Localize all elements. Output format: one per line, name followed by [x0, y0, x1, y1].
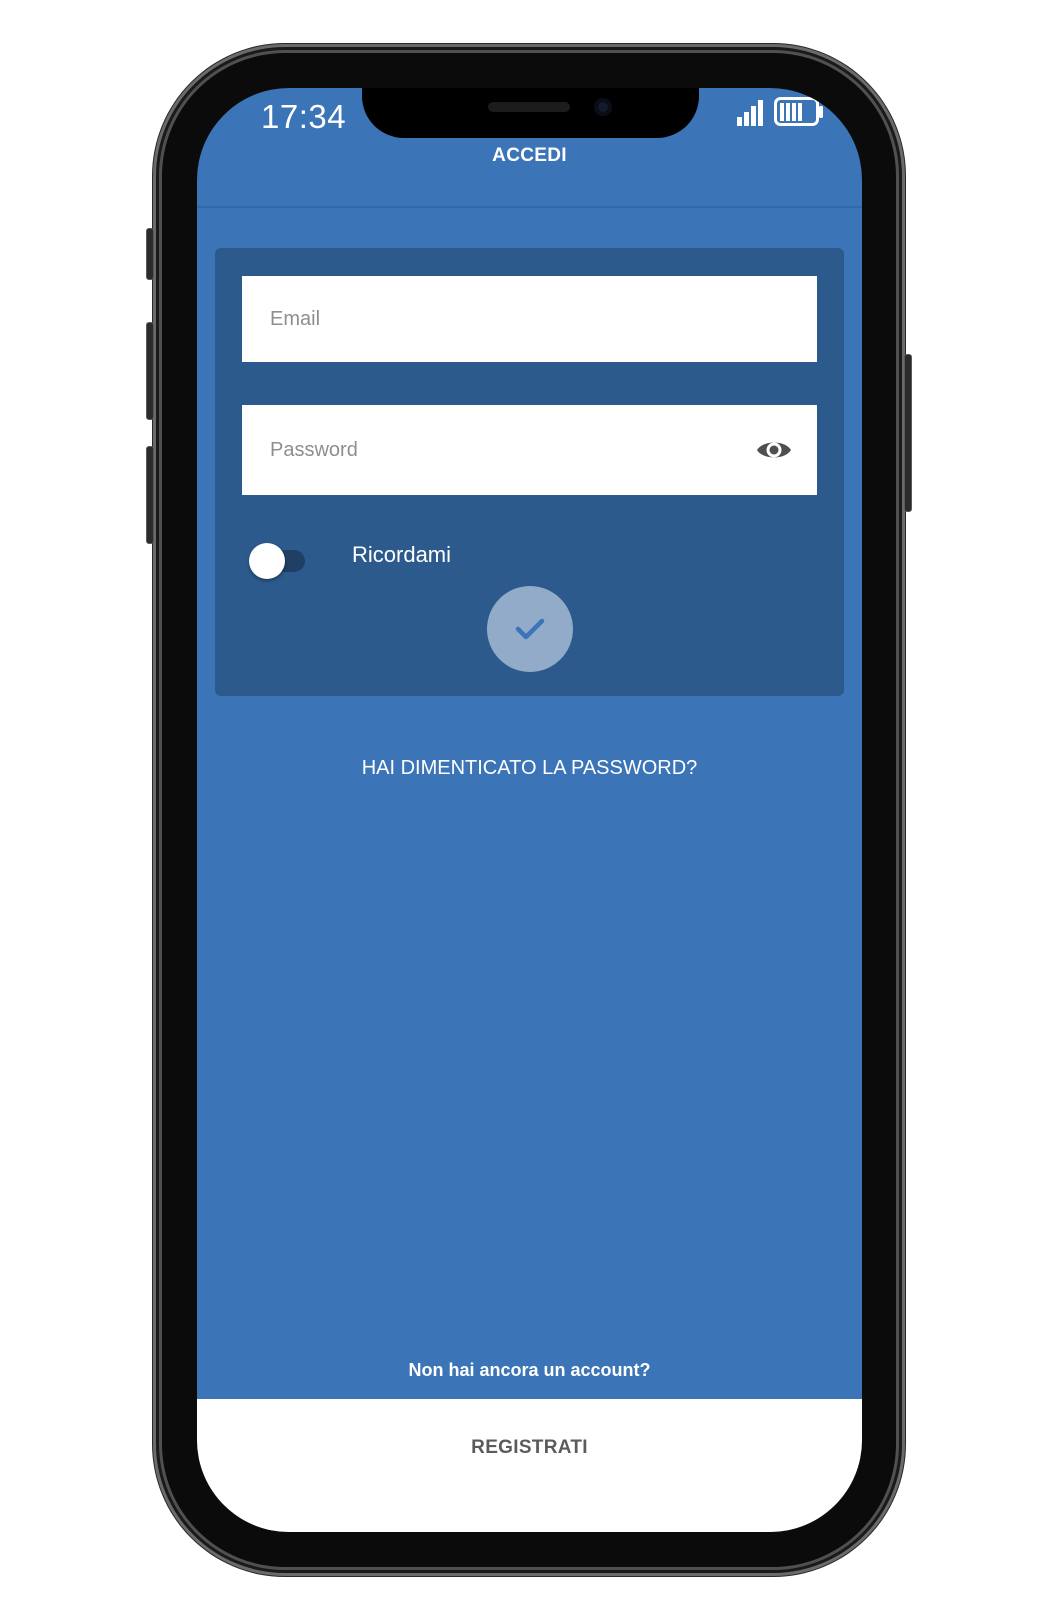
app-header: 17:34 ACCEDI	[197, 88, 862, 208]
register-button-label: REGISTRATI	[471, 1437, 588, 1458]
no-account-prompt: Non hai ancora un account?	[408, 1360, 651, 1380]
remember-me-label: Ricordami	[352, 542, 452, 567]
eye-icon[interactable]	[755, 437, 793, 463]
app-screen: 17:34 ACCEDI Email Ricordami HAI DIMENTI…	[197, 88, 862, 1532]
password-field[interactable]	[242, 405, 817, 495]
volume-down-button	[146, 446, 154, 544]
check-icon	[515, 618, 545, 640]
notch	[362, 88, 699, 138]
power-button	[904, 354, 912, 512]
login-submit-button[interactable]	[487, 586, 573, 672]
cellular-signal-icon	[737, 100, 763, 126]
toggle-knob	[249, 543, 285, 579]
login-card: Ricordami	[215, 248, 844, 696]
email-field[interactable]	[242, 276, 817, 362]
silent-switch	[146, 228, 154, 280]
battery-icon	[774, 97, 823, 126]
page-title: ACCEDI	[492, 145, 567, 166]
volume-up-button	[146, 322, 154, 420]
register-button[interactable]: REGISTRATI	[197, 1399, 862, 1532]
speaker-grille	[488, 102, 570, 112]
front-camera	[594, 98, 612, 116]
forgot-password-link[interactable]: HAI DIMENTICATO LA PASSWORD?	[197, 757, 862, 780]
status-time: 17:34	[261, 98, 347, 135]
remember-me-toggle[interactable]	[249, 540, 305, 579]
